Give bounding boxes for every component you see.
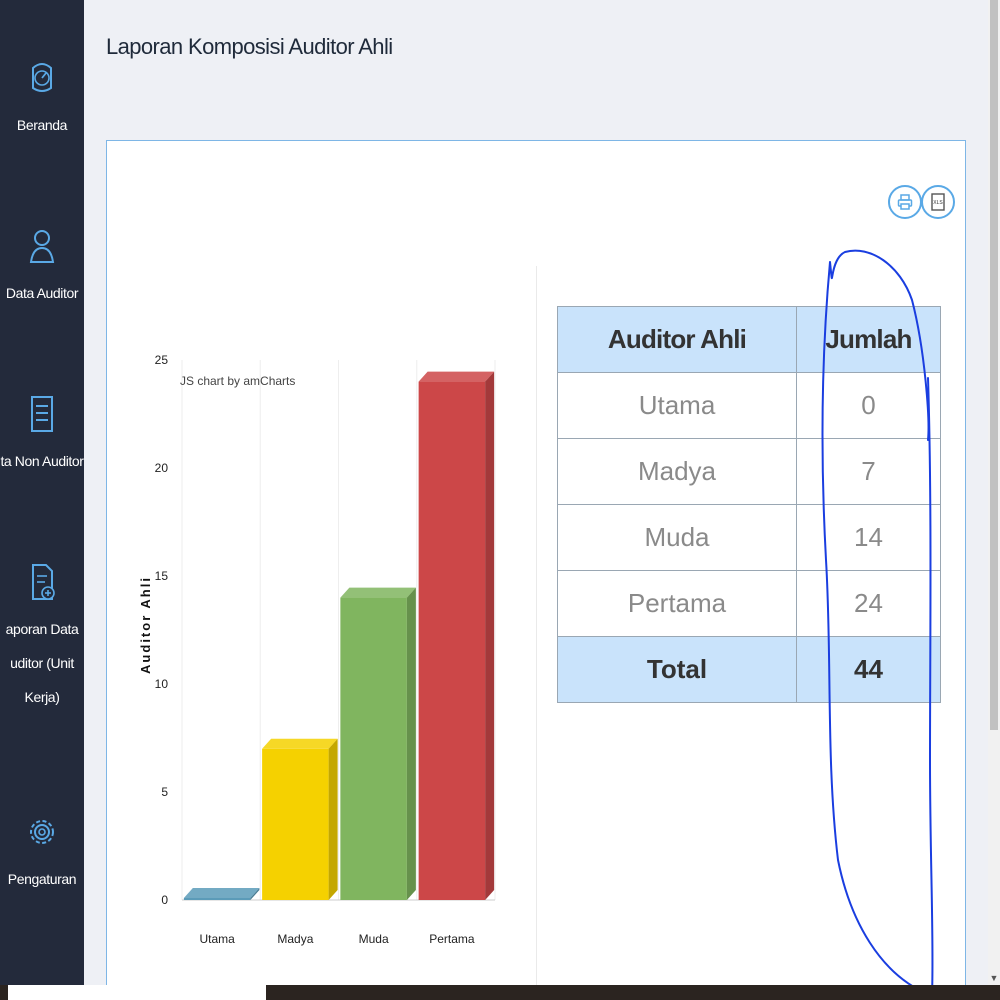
x-tick-label: Madya: [277, 932, 313, 946]
speedometer-icon: [32, 63, 52, 92]
os-taskbar: [0, 985, 1000, 1000]
table-total-label: Total: [557, 636, 797, 703]
bar-side: [406, 587, 416, 900]
sidebar-item-label-line: aporan Data: [5, 621, 79, 637]
sidebar: Beranda Data Auditor ta Non Auditor apor…: [0, 0, 84, 1000]
scroll-down-icon[interactable]: ▼: [988, 971, 1000, 985]
sidebar-item-label-line: Kerja): [24, 689, 60, 705]
table-row: Madya 7: [557, 438, 941, 505]
y-tick-label: 5: [161, 785, 168, 799]
taskbar-search-box[interactable]: [8, 985, 266, 1000]
panel-divider: [536, 266, 537, 991]
table-cell: 0: [796, 372, 941, 439]
table-cell: 24: [796, 570, 941, 637]
table-total-row: Total 44: [557, 636, 941, 703]
checklist-icon: [31, 396, 53, 432]
table-header-cell[interactable]: Jumlah: [796, 306, 941, 373]
table-header-row: Auditor Ahli Jumlah: [557, 306, 941, 373]
export-xls-button[interactable]: XLS: [921, 185, 955, 219]
x-tick-label: Muda: [359, 932, 389, 946]
table-cell: Muda: [557, 504, 797, 571]
y-tick-label: 10: [155, 677, 169, 691]
table-row: Utama 0: [557, 372, 941, 439]
report-add-icon: [32, 564, 55, 600]
table-cell: Madya: [557, 438, 797, 505]
y-tick-label: 25: [155, 353, 169, 367]
printer-icon: [897, 194, 913, 210]
bar-top: [262, 738, 338, 749]
y-tick-label: 15: [155, 569, 169, 583]
y-tick-label: 20: [155, 461, 169, 475]
xls-label: XLS: [933, 200, 943, 206]
sidebar-item-label: Data Auditor: [5, 285, 79, 301]
user-outline-icon: [29, 230, 55, 263]
gear-icon: [30, 820, 54, 844]
y-tick-label: 0: [161, 893, 168, 907]
table-total-value: 44: [796, 636, 941, 703]
page-scrollbar[interactable]: ▼: [988, 0, 1000, 985]
xls-export-icon: XLS: [931, 193, 945, 211]
chart-y-ticks: 0 5 10 15 20 25: [155, 353, 169, 907]
sidebar-item-label: ta Non Auditor: [0, 453, 84, 469]
table-cell: 7: [796, 438, 941, 505]
sidebar-item-label: Pengaturan: [7, 871, 77, 887]
bar-muda: [340, 587, 416, 900]
bar-side: [485, 371, 495, 901]
x-tick-label: Pertama: [429, 932, 475, 946]
x-tick-label: Utama: [199, 932, 235, 946]
composition-table: Auditor Ahli Jumlah Utama 0 Madya 7 Muda…: [557, 306, 941, 703]
table-row: Pertama 24: [557, 570, 941, 637]
print-button[interactable]: [888, 185, 922, 219]
sidebar-item-label-line: uditor (Unit: [10, 655, 74, 671]
sidebar-item-laporan-data-auditor[interactable]: aporan Data uditor (Unit Kerja): [0, 562, 84, 714]
page-title: Laporan Komposisi Auditor Ahli: [106, 34, 393, 59]
bar-front: [183, 898, 251, 900]
chart-credit-link[interactable]: JS chart by amCharts: [180, 374, 295, 388]
table-cell: 14: [796, 504, 941, 571]
sidebar-item-data-non-auditor[interactable]: ta Non Auditor: [0, 394, 84, 478]
bar-front: [418, 381, 486, 901]
sidebar-item-pengaturan[interactable]: Pengaturan: [0, 812, 84, 896]
sidebar-item-label: Beranda: [16, 117, 68, 133]
chart-x-labels: Utama Madya Muda Pertama: [199, 932, 474, 946]
bar-top: [418, 371, 495, 382]
sidebar-item-beranda[interactable]: Beranda: [0, 58, 84, 142]
bar-madya: [262, 738, 338, 900]
bar-side: [328, 738, 338, 900]
table-header-cell[interactable]: Auditor Ahli: [557, 306, 797, 373]
scrollbar-thumb[interactable]: [990, 0, 998, 730]
bar-utama: [183, 888, 260, 900]
bar-top: [183, 888, 260, 898]
bar-pertama: [418, 371, 495, 901]
table-row: Muda 14: [557, 504, 941, 571]
table-cell: Pertama: [557, 570, 797, 637]
bar-front: [340, 597, 407, 900]
bar-chart: 0 5 10 15 20 25 Utama Madya Muda Pertama Auditor…: [138, 353, 496, 946]
table-cell: Utama: [557, 372, 797, 439]
chart-y-axis-label: Auditor Ahli: [138, 576, 153, 674]
bar-front: [262, 748, 329, 900]
bar-top: [340, 587, 416, 598]
sidebar-item-data-auditor[interactable]: Data Auditor: [0, 226, 84, 310]
